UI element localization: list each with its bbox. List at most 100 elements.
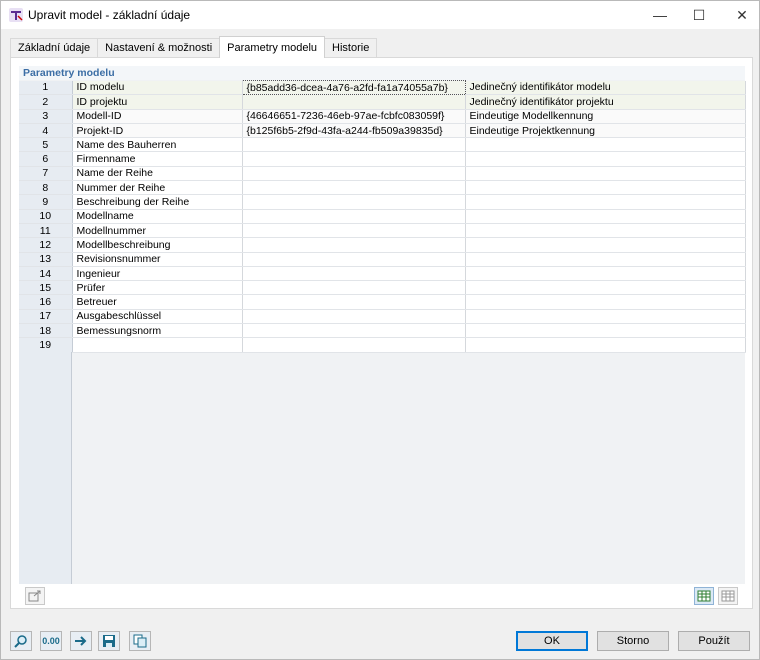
parameter-name-cell[interactable]: Revisionsnummer (72, 252, 243, 267)
cancel-button[interactable]: Storno (597, 631, 669, 651)
parameter-description-cell[interactable] (465, 223, 746, 239)
parameter-value-cell[interactable] (242, 323, 466, 339)
parameter-name-cell[interactable]: Modellnummer (72, 223, 243, 239)
parameter-description-cell[interactable] (465, 309, 746, 325)
export-icon (28, 590, 41, 602)
app-logo-icon (9, 8, 23, 22)
table-row[interactable]: 9 Beschreibung der Reihe (19, 194, 746, 210)
dialog-window: Upravit model - základní údaje — ☐ ✕ Zák… (0, 0, 760, 660)
parameter-name-cell[interactable]: Beschreibung der Reihe (72, 194, 243, 210)
parameter-value-cell[interactable]: {b85add36-dcea-4a76-a2fd-fa1a74055a7b} (241, 79, 466, 96)
table-row[interactable]: 17 Ausgabeschlüssel (19, 309, 746, 325)
parameter-name-cell[interactable]: ID modelu (72, 80, 243, 96)
tab-zakladni-udaje[interactable]: Základní údaje (10, 38, 99, 58)
parameter-value-cell[interactable] (242, 94, 466, 110)
parameter-description-cell[interactable] (465, 337, 746, 353)
parameter-value-cell[interactable] (242, 252, 466, 267)
parameter-name-cell[interactable]: Prüfer (72, 280, 243, 296)
table-row[interactable]: 7 Name der Reihe (19, 166, 746, 182)
parameter-value-cell[interactable]: {46646651-7236-46eb-97ae-fcbfc083059f} (242, 109, 466, 124)
parameter-value-cell[interactable] (242, 237, 466, 253)
tab-nastaveni-moznosti[interactable]: Nastavení & možnosti (97, 38, 221, 58)
parameter-name-cell[interactable]: Bemessungsnorm (72, 323, 243, 339)
export-table-button[interactable] (25, 587, 45, 605)
table-row[interactable]: 13 Revisionsnummer (19, 252, 746, 267)
parameter-name-cell[interactable]: ID projektu (72, 94, 243, 110)
parameter-value-cell[interactable] (242, 266, 466, 282)
search-button[interactable] (10, 631, 32, 651)
close-button[interactable]: ✕ (719, 1, 760, 29)
window-title: Upravit model - základní údaje (28, 8, 191, 22)
parameter-description-cell[interactable]: Eindeutige Projektkennung (465, 123, 746, 139)
parameter-name-cell[interactable]: Nummer der Reihe (72, 180, 243, 196)
parameter-name-cell[interactable]: Name der Reihe (72, 166, 243, 182)
parameter-value-cell[interactable] (242, 137, 466, 153)
table-row[interactable]: 15 Prüfer (19, 280, 746, 296)
parameter-value-cell[interactable] (242, 151, 466, 167)
table-row[interactable]: 19 (19, 337, 746, 353)
table-row[interactable]: 4 Projekt-ID {b125f6b5-2f9d-43fa-a244-fb50… (19, 123, 746, 139)
parameter-value-cell[interactable] (242, 194, 466, 210)
parameter-description-cell[interactable] (465, 294, 746, 310)
save-settings-button[interactable] (98, 631, 120, 651)
parameter-value-cell[interactable] (242, 180, 466, 196)
parameter-name-cell[interactable]: Projekt-ID (72, 123, 243, 139)
parameter-description-cell[interactable] (465, 137, 746, 153)
apply-button[interactable]: Použít (678, 631, 750, 651)
row-number: 16 (19, 294, 73, 310)
parameter-name-cell[interactable]: Modell-ID (72, 109, 243, 124)
parameter-value-cell[interactable] (242, 223, 466, 239)
parameter-description-cell[interactable] (465, 266, 746, 282)
table-row[interactable]: 16 Betreuer (19, 294, 746, 310)
parameter-name-cell[interactable] (72, 337, 243, 353)
parameter-name-cell[interactable]: Modellbeschreibung (72, 237, 243, 253)
table-row[interactable]: 3 Modell-ID {46646651-7236-46eb-97ae-fcbfc… (19, 109, 746, 124)
units-button[interactable]: 0.00 (40, 631, 62, 651)
parameter-name-cell[interactable]: Name des Bauherren (72, 137, 243, 153)
parameter-name-cell[interactable]: Betreuer (72, 294, 243, 310)
maximize-button[interactable]: ☐ (676, 1, 722, 29)
parameter-description-cell[interactable] (465, 166, 746, 182)
parameter-name-cell[interactable]: Firmenname (72, 151, 243, 167)
parameter-description-cell[interactable]: Jedinečný identifikátor modelu (465, 80, 746, 96)
arrow-button[interactable] (70, 631, 92, 651)
tab-historie[interactable]: Historie (324, 38, 378, 58)
parameter-value-cell[interactable] (242, 294, 466, 310)
parameter-value-cell[interactable] (242, 166, 466, 182)
parameter-description-cell[interactable] (465, 151, 746, 167)
parameter-name-cell[interactable]: Ausgabeschlüssel (72, 309, 243, 325)
ok-button[interactable]: OK (516, 631, 588, 651)
row-number: 19 (19, 337, 73, 353)
parameter-description-cell[interactable] (465, 194, 746, 210)
table-row[interactable]: 11 Modellnummer (19, 223, 746, 239)
parameter-description-cell[interactable] (465, 237, 746, 253)
table-options-button[interactable] (718, 587, 738, 605)
parameter-description-cell[interactable] (465, 209, 746, 224)
table-view-button[interactable] (694, 587, 714, 605)
table-row[interactable]: 1 ID modelu {b85add36-dcea-4a76-a2fd-fa1a7… (19, 79, 746, 96)
tab-parametry-modelu[interactable]: Parametry modelu (219, 36, 326, 58)
table-row[interactable]: 12 Modellbeschreibung (19, 237, 746, 253)
parameter-description-cell[interactable] (465, 280, 746, 296)
parameter-description-cell[interactable] (465, 252, 746, 267)
parameter-name-cell[interactable]: Modellname (72, 209, 243, 224)
parameter-value-cell[interactable] (242, 209, 466, 224)
table-row[interactable]: 5 Name des Bauherren (19, 137, 746, 153)
parameter-description-cell[interactable]: Eindeutige Modellkennung (465, 109, 746, 124)
parameter-name-cell[interactable]: Ingenieur (72, 266, 243, 282)
parameter-description-cell[interactable] (465, 323, 746, 339)
row-number: 5 (19, 137, 73, 153)
copy-button[interactable] (129, 631, 151, 651)
table-row[interactable]: 8 Nummer der Reihe (19, 180, 746, 196)
parameter-value-cell[interactable] (242, 280, 466, 296)
table-row[interactable]: 10 Modellname (19, 209, 746, 224)
table-row[interactable]: 14 Ingenieur (19, 266, 746, 282)
parameter-value-cell[interactable] (242, 337, 466, 353)
parameter-description-cell[interactable] (465, 180, 746, 196)
parameter-description-cell[interactable]: Jedinečný identifikátor projektu (465, 94, 746, 110)
table-row[interactable]: 6 Firmenname (19, 151, 746, 167)
table-row[interactable]: 18 Bemessungsnorm (19, 323, 746, 339)
table-row[interactable]: 2 ID projektu Jedinečný identifikátor proj… (19, 94, 746, 110)
parameter-value-cell[interactable] (242, 309, 466, 325)
parameter-value-cell[interactable]: {b125f6b5-2f9d-43fa-a244-fb509a39835d} (242, 123, 466, 139)
